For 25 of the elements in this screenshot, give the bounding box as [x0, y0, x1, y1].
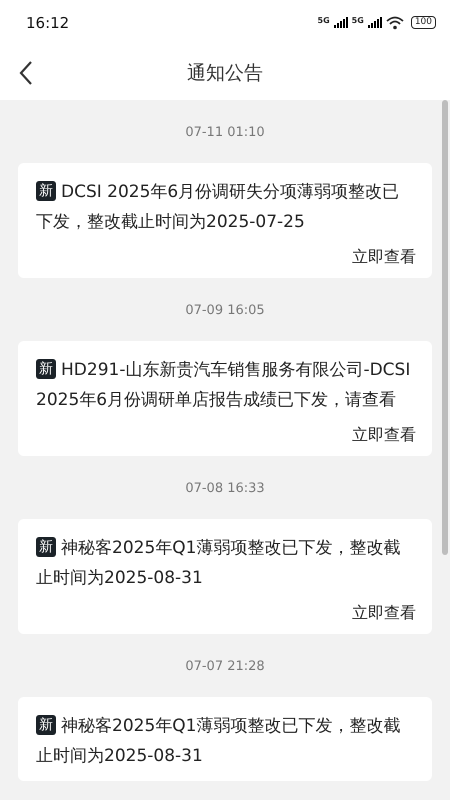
view-now-link[interactable]: 立即查看 — [352, 247, 416, 268]
back-icon[interactable] — [18, 60, 34, 86]
notice-title: 新 神秘客2025年Q1薄弱项整改已下发，整改截止时间为2025-08-31 — [36, 714, 402, 768]
notice-card[interactable]: 新 神秘客2025年Q1薄弱项整改已下发，整改截止时间为2025-08-31 立即查看 — [18, 519, 432, 634]
notice-card[interactable]: 新 DCSI 2025年6月份调研失分项薄弱项整改已下发，整改截止时间为2025-07-25 立即查看 — [18, 163, 432, 278]
notice-card[interactable]: 新 HD291-山东新贵汽车销售服务有限公司-DCSI 2025年6月份调研单店报告成绩已下发，请查看 立即查看 — [18, 341, 432, 456]
signal-icon — [368, 17, 382, 28]
notice-time: 07-07 21:28 — [185, 659, 265, 674]
network-label: 5G — [352, 16, 364, 24]
battery-icon: 100 — [410, 16, 436, 29]
notice-title: 新 DCSI 2025年6月份调研失分项薄弱项整改已下发，整改截止时间为2025-07-25 — [36, 180, 400, 234]
view-now-link[interactable]: 立即查看 — [352, 425, 416, 446]
signal-icon — [334, 17, 348, 28]
page-title: 通知公告 — [187, 60, 263, 86]
notice-title: 新 HD291-山东新贵汽车销售服务有限公司-DCSI 2025年6月份调研单店报告成绩已下发，请查看 — [36, 358, 412, 412]
notice-time: 07-11 01:10 — [185, 125, 265, 140]
scrollbar[interactable] — [442, 100, 448, 555]
status-time: 16:12 — [26, 14, 70, 32]
notice-time: 07-08 16:33 — [185, 481, 265, 496]
view-now-link[interactable]: 立即查看 — [352, 603, 416, 624]
network-label: 5G — [318, 16, 330, 24]
notice-title: 新 神秘客2025年Q1薄弱项整改已下发，整改截止时间为2025-08-31 — [36, 536, 402, 590]
notice-card[interactable]: 新 神秘客2025年Q1薄弱项整改已下发，整改截止时间为2025-08-31 — [18, 697, 432, 781]
notice-time: 07-09 16:05 — [185, 303, 265, 318]
wifi-icon — [386, 16, 404, 30]
